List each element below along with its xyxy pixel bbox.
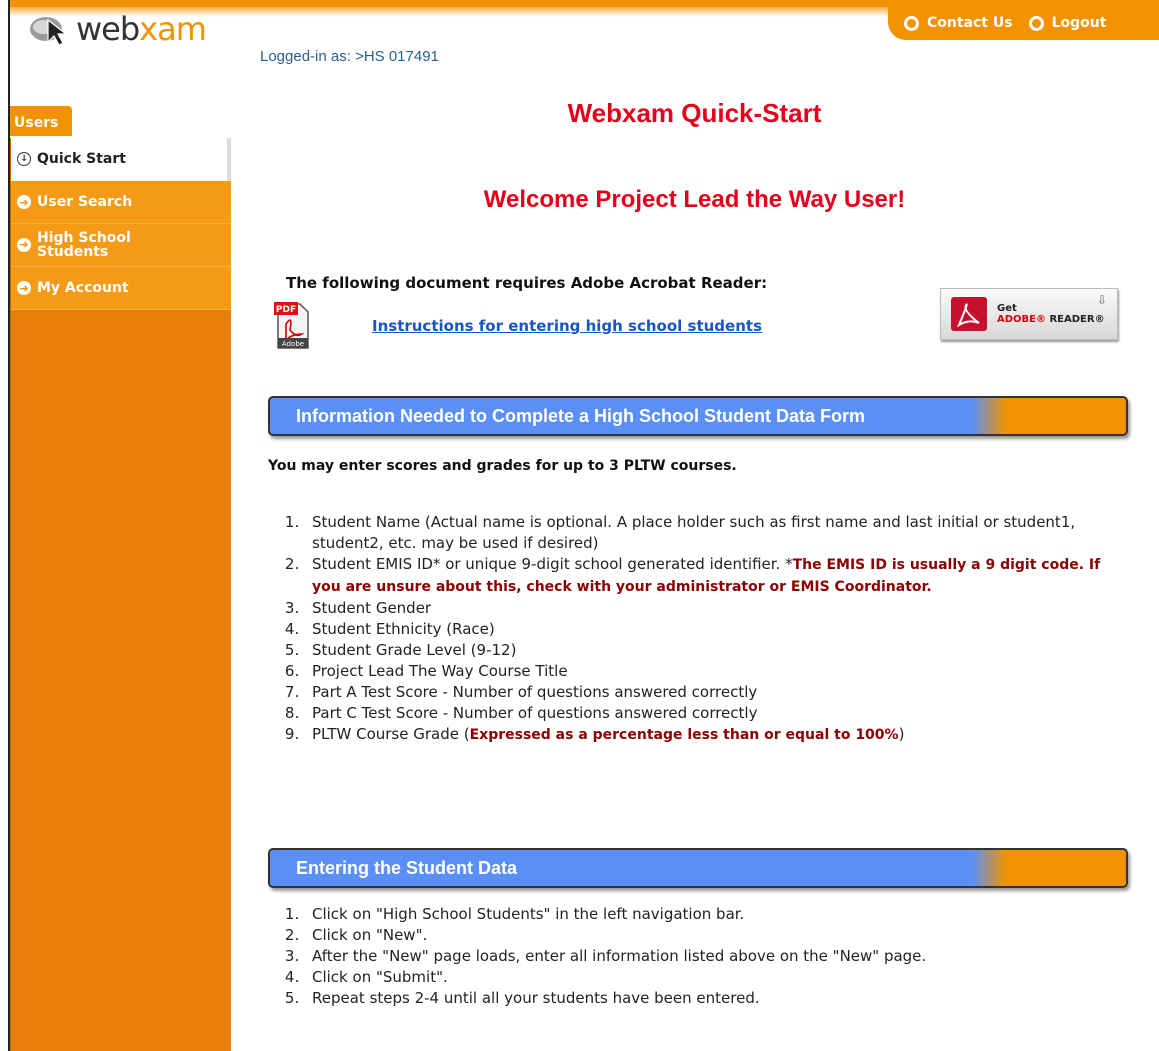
list-item: After the "New" page loads, enter all in…	[304, 946, 1159, 967]
list-item: Repeat steps 2-4 until all your students…	[304, 988, 1159, 1009]
list-item-text: PLTW Course Grade (	[312, 725, 470, 743]
list-item-text: Click on "High School Students" in the l…	[312, 905, 745, 923]
list-item: Part A Test Score - Number of questions …	[304, 682, 1124, 703]
list-item-text: )	[898, 725, 905, 743]
sidebar-item-quick-start[interactable]: ↓ Quick Start	[11, 138, 231, 181]
list-item-text: Project Lead The Way Course Title	[312, 662, 568, 680]
list-item: Student Grade Level (9-12)	[304, 640, 1124, 661]
list-item: Click on "Submit".	[304, 967, 1159, 988]
list-item-text: Student Name (Actual name is optional. A…	[312, 513, 1076, 552]
entering-data-list: Click on "High School Students" in the l…	[230, 904, 1159, 1009]
download-arrow-icon: ⇩	[1096, 293, 1107, 307]
list-item: PLTW Course Grade (Expressed as a percen…	[304, 724, 1124, 746]
list-item-text: Student Grade Level (9-12)	[312, 641, 517, 659]
list-item-text: Click on "New".	[312, 926, 428, 944]
list-item: Part C Test Score - Number of questions …	[304, 703, 1124, 724]
list-item-text: Part C Test Score - Number of questions …	[312, 704, 758, 722]
arrow-right-circle-icon: ➜	[17, 281, 31, 295]
list-item-text: Student Ethnicity (Race)	[312, 620, 495, 638]
arrow-right-circle-icon: ➜	[17, 238, 31, 252]
main-content: Logged-in as: >HS 017491 Webxam Quick-St…	[230, 40, 1159, 1051]
list-item-text: Student EMIS ID* or unique 9-digit schoo…	[312, 555, 793, 573]
left-border	[0, 0, 10, 1051]
sidebar: webxam Users ↓ Quick Start ➜ User Search…	[10, 10, 231, 1051]
list-item: Student EMIS ID* or unique 9-digit schoo…	[304, 554, 1124, 598]
arrow-down-circle-icon: ↓	[17, 152, 31, 166]
contact-us-label: Contact Us	[927, 15, 1013, 31]
logout-label: Logout	[1051, 15, 1107, 31]
pdf-file-icon: PDF Adobe	[274, 302, 309, 349]
list-item: Project Lead The Way Course Title	[304, 661, 1124, 682]
arrow-right-circle-icon: ➜	[17, 195, 31, 209]
adobe-reader-text: ADOBE® READER®	[997, 314, 1105, 325]
courses-limit-note: You may enter scores and grades for up t…	[268, 458, 737, 474]
logo-wordmark: webxam	[76, 10, 207, 48]
logout-link[interactable]: Logout	[1028, 15, 1107, 31]
section-header-entering-data: Entering the Student Data	[268, 848, 1128, 888]
sidebar-item-label: Quick Start	[37, 151, 126, 167]
logo-text-xam: xam	[139, 10, 207, 48]
grade-note: Expressed as a percentage less than or e…	[469, 727, 899, 743]
list-item: Student Name (Actual name is optional. A…	[304, 512, 1124, 554]
list-item-text: Part A Test Score - Number of questions …	[312, 683, 758, 701]
list-item-text: After the "New" page loads, enter all in…	[312, 947, 927, 965]
sidebar-nav: ↓ Quick Start ➜ User Search ➜ High Schoo…	[10, 138, 231, 1051]
list-item-text: Click on "Submit".	[312, 968, 448, 986]
list-item: Student Ethnicity (Race)	[304, 619, 1124, 640]
sidebar-item-user-search[interactable]: ➜ User Search	[11, 181, 231, 224]
list-item-text: Repeat steps 2-4 until all your students…	[312, 989, 760, 1007]
users-tab[interactable]: Users	[10, 106, 72, 136]
section-title: Information Needed to Complete a High Sc…	[296, 406, 866, 426]
adobe-brand-text: ADOBE®	[997, 314, 1050, 325]
sidebar-item-label: My Account	[37, 280, 129, 296]
logo-text-web: web	[76, 10, 140, 48]
sidebar-item-my-account[interactable]: ➜ My Account	[11, 267, 231, 310]
list-item: Click on "New".	[304, 925, 1159, 946]
top-links-bar: Contact Us Logout	[888, 6, 1159, 40]
adobe-logo-icon	[951, 297, 987, 331]
bullet-ring-icon	[1028, 15, 1044, 31]
sidebar-item-label: User Search	[37, 194, 133, 210]
pdf-adobe-text: Adobe	[282, 340, 304, 348]
cursor-globe-icon	[30, 17, 68, 46]
contact-us-link[interactable]: Contact Us	[904, 15, 1013, 31]
logged-in-status: Logged-in as: >HS 017491	[260, 48, 439, 65]
section-title: Entering the Student Data	[296, 858, 518, 878]
webxam-logo[interactable]: webxam	[28, 10, 207, 48]
adobe-get-text: Get	[997, 303, 1017, 314]
instructions-pdf-link[interactable]: Instructions for entering high school st…	[372, 317, 762, 335]
list-item: Click on "High School Students" in the l…	[304, 904, 1159, 925]
bullet-ring-icon	[904, 15, 919, 31]
sidebar-item-high-school-students[interactable]: ➜ High School Students	[11, 224, 231, 267]
page-title: Webxam Quick-Start	[567, 98, 822, 128]
sidebar-item-label: High School Students	[37, 230, 131, 260]
list-item-text: Student Gender	[312, 599, 432, 617]
get-adobe-reader-button[interactable]: Get ADOBE® READER® ⇩	[940, 288, 1118, 340]
pdf-badge-text: PDF	[276, 305, 296, 315]
welcome-heading: Welcome Project Lead the Way User!	[483, 186, 906, 213]
section-header-info-needed: Information Needed to Complete a High Sc…	[268, 396, 1128, 436]
list-item: Student Gender	[304, 598, 1124, 619]
adobe-reader-word: READER®	[1049, 314, 1105, 325]
info-needed-list: Student Name (Actual name is optional. A…	[230, 512, 1124, 746]
reader-requirement-text: The following document requires Adobe Ac…	[286, 274, 768, 292]
